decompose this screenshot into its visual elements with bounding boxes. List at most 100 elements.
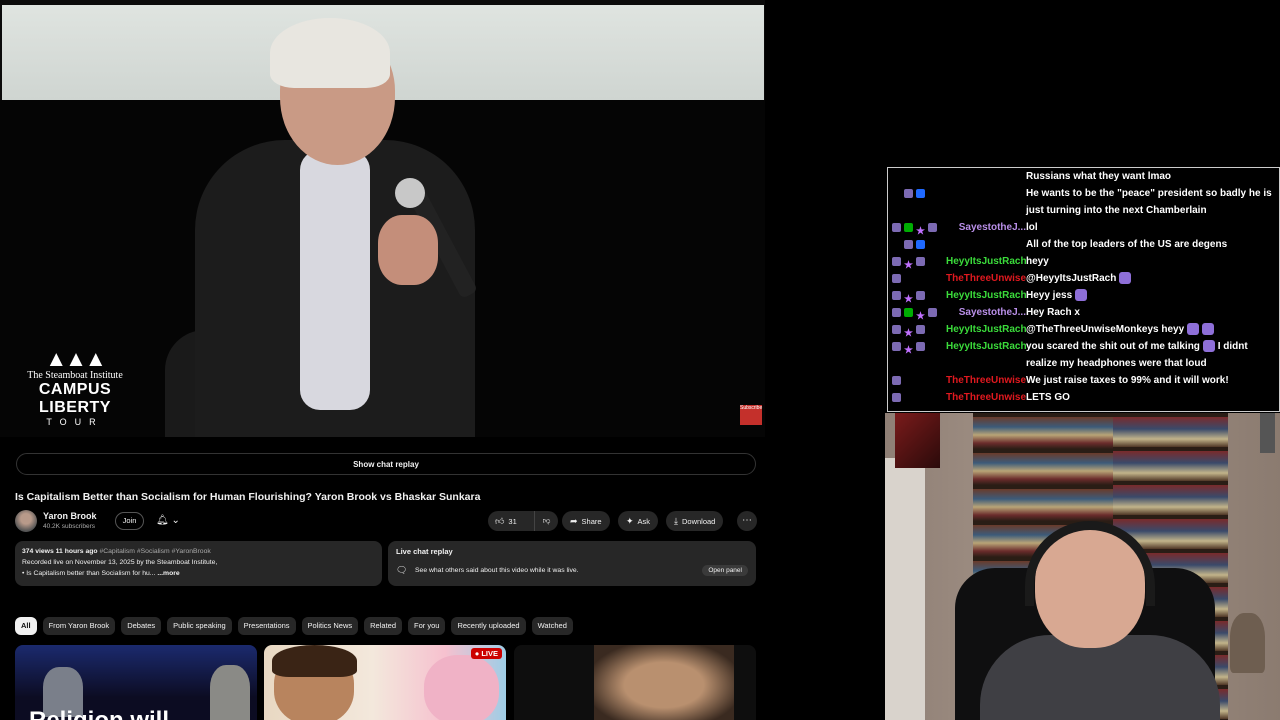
star-badge-icon: ★ [904,327,913,339]
emote-icon [1119,272,1132,285]
video-title: Is Capitalism Better than Socialism for … [15,491,481,503]
chat-text-tail: I didnt [1217,341,1248,352]
share-label: Share [581,517,602,526]
chat-mention: @HeyyItsJustRach [1026,273,1117,284]
gift-badge-icon [892,290,901,300]
open-panel-button[interactable]: Open panel [702,565,748,576]
chat-text: All of the top leaders of the US are deg… [1026,239,1228,250]
webcam-feed [885,413,1280,720]
download-label: Download [681,517,716,526]
chip-debates[interactable]: Debates [121,617,162,635]
chat-username[interactable]: TheThreeUnwiseMo... [946,270,1026,287]
more-link[interactable]: ...more [157,570,179,577]
star-badge-icon: ★ [904,344,913,356]
download-button[interactable]: ⤓ Download [666,511,724,531]
gift-badge-icon [904,239,913,249]
chat-badges [904,185,959,202]
notification-bell-button[interactable]: 🔔︎ ⌄ [152,512,188,530]
dislike-button[interactable]: 👎︎ [534,511,558,531]
like-button[interactable]: 👍︎ 31 [488,511,533,532]
chat-text: you scared the shit out of me talking I … [1026,338,1248,355]
channel-name[interactable]: Yaron Brook [43,511,97,521]
emote-icon [1202,323,1215,336]
more-horizontal-icon: ⋯ [742,515,752,526]
wall-poster [895,413,940,468]
gift-badge-icon [904,188,913,198]
chip-watched[interactable]: Watched [531,617,573,635]
gift-badge-icon [892,392,901,402]
chat-text: LETS GO [1026,392,1070,403]
chat-badges: ★ [892,338,947,356]
description-line2: Recorded live on November 13, 2025 by th… [22,559,218,566]
video-thumbnail[interactable] [514,645,756,720]
subscribe-watermark[interactable]: Subscribe [740,405,762,425]
chat-text: Russians what they want lmao [1026,171,1172,182]
thumbnail-person [594,645,734,720]
chat-text: @HeyyItsJustRach [1026,270,1132,287]
chip-for-you[interactable]: For you [408,617,446,635]
live-chat-replay-panel: Live chat replay 🗨︎ See what others said… [388,541,756,586]
emote-icon [1202,340,1215,353]
chat-badges [892,389,947,406]
gift-badge-icon [892,341,901,351]
star-badge-icon: ★ [904,293,913,305]
live-dot-icon: ● [474,649,480,658]
video-thumbnail[interactable]: Religion will [15,645,257,720]
chat-text: We just raise taxes to 99% and it will w… [1026,375,1229,386]
thumbnail-hair [272,645,357,677]
download-icon: ⤓ [674,516,678,526]
chat-text-content: @TheThreeUnwiseMonkeys heyy [1026,324,1185,335]
share-button[interactable]: ➦ Share [562,511,610,531]
chat-text-continued: just turning into the next Chamberlain [1026,205,1207,216]
ask-button[interactable]: ✦ Ask [618,511,659,531]
chip-all[interactable]: All [15,617,37,635]
chat-username[interactable]: HeyyItsJustRach [946,287,1026,304]
sparkle-icon: ✦ [626,516,634,526]
chip-related[interactable]: Related [364,617,402,635]
chat-username[interactable]: HeyyItsJustRach [946,253,1026,270]
microphone-icon [395,178,425,208]
more-actions-button[interactable]: ⋯ [737,511,757,531]
logo-line3: TOUR [46,417,104,427]
chat-badges: ★ [892,219,947,237]
video-thumbnail[interactable]: ● LIVE [264,645,506,720]
view-stats: 374 views 11 hours ago [22,548,98,555]
gift-badge-icon [892,307,901,317]
chat-badges [904,236,959,253]
chat-text-continued: realize my headphones were that loud [1026,358,1207,369]
gift-badge-icon [892,273,901,283]
chip-public-speaking[interactable]: Public speaking [167,617,232,635]
chat-badges: ★ [892,304,947,322]
hashtags[interactable]: #Capitalism #Socialism #YaronBrook [99,548,210,555]
share-icon: ➦ [570,516,578,526]
description-box[interactable]: 374 views 11 hours ago #Capitalism #Soci… [15,541,382,586]
chat-username[interactable]: HeyyItsJustRach [946,321,1026,338]
chip-politics-news[interactable]: Politics News [301,617,359,635]
chip-from-channel[interactable]: From Yaron Brook [42,617,116,635]
show-chat-replay-button[interactable]: Show chat replay [16,453,756,475]
speaker-shirt [300,150,370,410]
chip-recently-uploaded[interactable]: Recently uploaded [451,617,526,635]
chat-username[interactable]: TheThreeUnwiseMo... [946,372,1026,389]
description-line3: • Is Capitalism better than Socialism fo… [22,570,156,577]
thumbs-up-icon: 👍︎ [495,516,505,526]
video-player[interactable]: ▲▲▲ The Steamboat Institute CAMPUS LIBER… [0,0,765,437]
screen-root: ▲▲▲ The Steamboat Institute CAMPUS LIBER… [0,0,1280,720]
cat-figurine [1230,613,1265,673]
live-label: LIVE [481,649,498,658]
chat-username[interactable]: SayestotheJ... [946,304,1026,321]
emote-icon [1187,323,1200,336]
chat-text: Heyy jess [1026,287,1088,304]
chat-username[interactable]: HeyyItsJustRach [946,338,1026,355]
join-button[interactable]: Join [115,512,144,530]
star-badge-icon: ★ [904,259,913,271]
chat-badges [892,372,947,389]
chat-username[interactable]: TheThreeUnwiseMo... [946,389,1026,406]
chip-presentations[interactable]: Presentations [237,617,296,635]
chat-username[interactable]: SayestotheJ... [946,219,1026,236]
channel-avatar[interactable] [15,510,37,532]
chat-badges: ★ [892,321,947,339]
chat-text: @TheThreeUnwiseMonkeys heyy [1026,321,1215,338]
chat-badges: ★ [892,287,947,305]
chat-text: Hey Rach x [1026,307,1080,318]
